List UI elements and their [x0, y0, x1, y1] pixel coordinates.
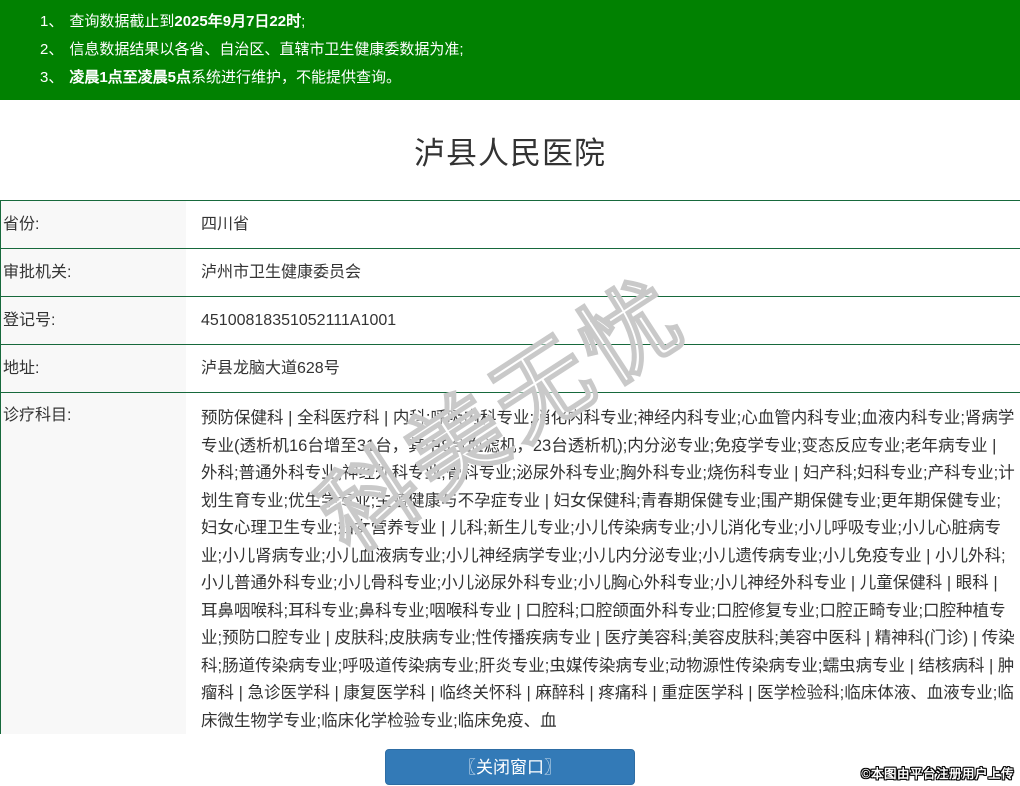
row-label: 登记号: [1, 297, 186, 344]
notice-number: 2、 [40, 41, 64, 58]
notice-text-bold: 2025年9月7日22时 [174, 13, 302, 30]
notice-text: 查询数据截止到 [69, 13, 175, 30]
notice-number: 3、 [40, 69, 64, 86]
close-window-button[interactable]: 〖关闭窗口〗 [385, 749, 635, 785]
row-value: 预防保健科 | 全科医疗科 | 内科;呼吸内科专业;消化内科专业;神经内科专业;… [186, 393, 1020, 734]
row-label: 地址: [1, 345, 186, 392]
table-row-address: 地址: 泸县龙脑大道628号 [1, 345, 1020, 393]
attribution-stamp: ©本图由平台注册用户上传 [861, 767, 1014, 781]
row-value: 泸县龙脑大道628号 [186, 345, 1020, 392]
notice-item-1: 1、 查询数据截止到2025年9月7日22时; [40, 8, 1010, 36]
hospital-info-table: 省份: 四川省 审批机关: 泸州市卫生健康委员会 登记号: 4510081835… [0, 200, 1020, 734]
page-title: 泸县人民医院 [414, 136, 606, 171]
notice-text: 信息数据结果以各省、自治区、直辖市卫生健康委数据为准; [69, 41, 464, 58]
notice-banner: 1、 查询数据截止到2025年9月7日22时; 2、 信息数据结果以各省、自治区、直… [0, 0, 1020, 100]
table-row-medical-departments: 诊疗科目: 预防保健科 | 全科医疗科 | 内科;呼吸内科专业;消化内科专业;神… [1, 393, 1020, 734]
row-label: 审批机关: [1, 249, 186, 296]
notice-text: ; [301, 13, 306, 30]
notice-text-bold: 凌晨1点至凌晨5点 [69, 69, 192, 86]
row-value: 泸州市卫生健康委员会 [186, 249, 1020, 296]
notice-text: 系统进行维护，不能提供查询。 [191, 69, 402, 86]
table-row-registration-number: 登记号: 45100818351052111A1001 [1, 297, 1020, 345]
row-value: 四川省 [186, 201, 1020, 248]
notice-item-3: 3、 凌晨1点至凌晨5点系统进行维护，不能提供查询。 [40, 64, 1010, 92]
row-label: 诊疗科目: [1, 393, 186, 734]
row-label: 省份: [1, 201, 186, 248]
table-row-province: 省份: 四川省 [1, 201, 1020, 249]
notice-item-2: 2、 信息数据结果以各省、自治区、直辖市卫生健康委数据为准; [40, 36, 1010, 64]
table-row-approval-authority: 审批机关: 泸州市卫生健康委员会 [1, 249, 1020, 297]
notice-number: 1、 [40, 13, 64, 30]
row-value: 45100818351052111A1001 [186, 297, 1020, 344]
